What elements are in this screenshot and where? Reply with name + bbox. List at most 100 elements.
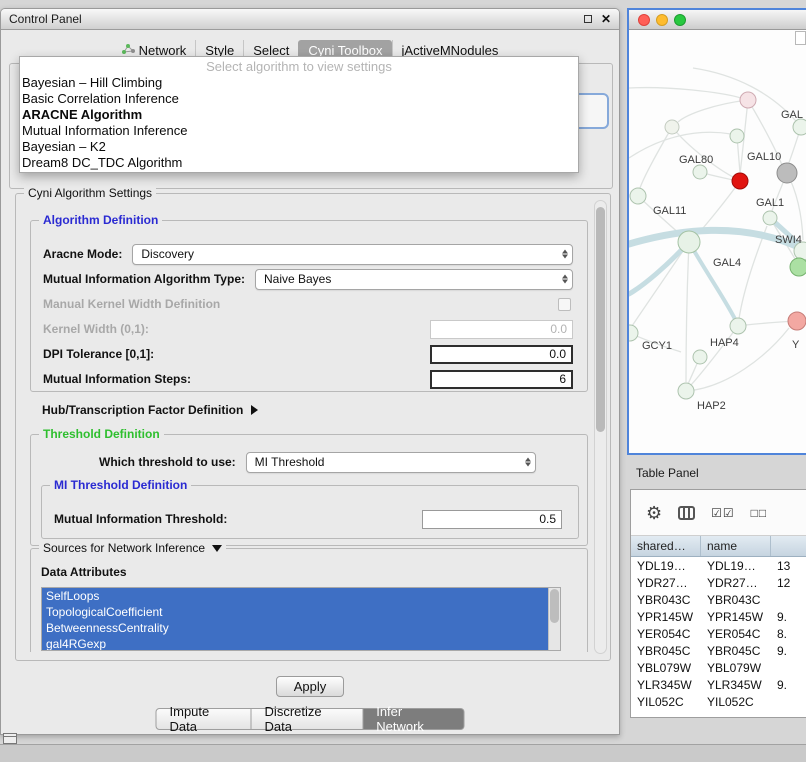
network-scrollbar-corner[interactable] — [795, 31, 806, 45]
apply-button[interactable]: Apply — [276, 676, 344, 697]
table-cell: 12 — [771, 576, 806, 590]
network-node[interactable] — [678, 383, 694, 399]
close-icon[interactable]: ✕ — [601, 13, 611, 25]
column-header[interactable]: shared… — [631, 536, 701, 556]
network-node-label: GAL4 — [713, 257, 741, 269]
mi-threshold-input[interactable]: 0.5 — [422, 510, 562, 529]
which-threshold-select[interactable]: MI Threshold — [246, 452, 536, 473]
algorithm-definition-title: Algorithm Definition — [39, 213, 162, 227]
manual-kernel-checkbox[interactable] — [558, 298, 571, 311]
close-traffic-light[interactable] — [638, 14, 650, 26]
algorithm-option[interactable]: Basic Correlation Inference — [20, 91, 578, 107]
kernel-width-input[interactable]: 0.0 — [430, 320, 573, 339]
attribute-list-item[interactable]: TopologicalCoefficient — [42, 604, 548, 620]
attribute-list-item[interactable]: BetweennessCentrality — [42, 620, 548, 636]
table-row[interactable]: YBR043CYBR043C — [631, 591, 806, 608]
unselect-all-columns-icon[interactable]: □□ — [751, 506, 768, 520]
bottom-tab-impute-data[interactable]: Impute Data — [156, 708, 252, 730]
algorithm-popup-list: Bayesian – Hill ClimbingBasic Correlatio… — [20, 75, 578, 171]
select-all-columns-icon[interactable]: ☑☑ — [711, 506, 735, 520]
network-node[interactable] — [763, 211, 777, 225]
aracne-mode-select[interactable]: Discovery — [132, 244, 573, 265]
attribute-list-item[interactable]: gal4RGexp — [42, 636, 548, 651]
network-window-titlebar[interactable] — [629, 10, 806, 30]
network-node[interactable] — [790, 258, 806, 276]
network-node[interactable] — [630, 188, 646, 204]
updown-arrows-icon — [525, 458, 531, 467]
table-cell: YBR045C — [631, 644, 701, 658]
network-node-label: Y — [792, 339, 800, 351]
network-node[interactable] — [678, 231, 700, 253]
table-row[interactable]: YIL052CYIL052C — [631, 693, 806, 710]
sources-title: Sources for Network Inference — [43, 541, 205, 555]
attributes-scrollbar[interactable] — [548, 588, 560, 650]
network-node[interactable] — [793, 119, 806, 135]
network-node[interactable] — [629, 325, 638, 341]
table-row[interactable]: YBL079WYBL079W — [631, 659, 806, 676]
network-view-window: GAL80GAL10GAL11GAL1SWI4GAL4GCY1HAP4HAP2Y… — [627, 8, 806, 455]
algorithm-option[interactable]: Bayesian – Hill Climbing — [20, 75, 578, 91]
table-cell: YDL19… — [701, 559, 771, 573]
mi-threshold-definition-group: MI Threshold Definition Mutual Informati… — [41, 485, 579, 539]
table-row[interactable]: YDR27…YDR27…12 — [631, 574, 806, 591]
hub-definition-expander[interactable]: Hub/Transcription Factor Definition — [42, 400, 258, 420]
attributes-scrollbar-thumb[interactable] — [550, 589, 559, 623]
mi-type-value: Naive Bayes — [264, 272, 331, 286]
network-node[interactable] — [730, 129, 744, 143]
network-node[interactable] — [665, 120, 679, 134]
expand-right-icon — [251, 405, 258, 415]
collapsed-panel-icon[interactable] — [3, 733, 17, 744]
cyni-algorithm-settings-group: Cyni Algorithm Settings Algorithm Defini… — [15, 193, 611, 661]
table-cell: YER054C — [701, 627, 771, 641]
algorithm-option[interactable]: Bayesian – K2 — [20, 139, 578, 155]
column-header[interactable]: name — [701, 536, 771, 556]
table-row[interactable]: YER054CYER054C8. — [631, 625, 806, 642]
network-node[interactable] — [730, 318, 746, 334]
column-header[interactable] — [771, 536, 806, 556]
table-cell: 9. — [771, 644, 806, 658]
network-canvas[interactable]: GAL80GAL10GAL11GAL1SWI4GAL4GCY1HAP4HAP2Y… — [629, 30, 806, 453]
mi-type-select[interactable]: Naive Bayes — [255, 269, 573, 290]
settings-scrollbar[interactable] — [594, 200, 607, 654]
table-row[interactable]: YBR045CYBR045C9. — [631, 642, 806, 659]
algorithm-option[interactable]: ARACNE Algorithm — [20, 107, 578, 123]
bottom-tab-infer-network[interactable]: Infer Network — [363, 708, 464, 730]
network-node[interactable] — [732, 173, 748, 189]
manual-kernel-label: Manual Kernel Width Definition — [43, 297, 220, 311]
updown-arrows-icon — [562, 275, 568, 284]
network-node[interactable] — [788, 312, 806, 330]
minimize-traffic-light[interactable] — [656, 14, 668, 26]
hub-definition-label: Hub/Transcription Factor Definition — [42, 403, 243, 417]
network-node[interactable] — [777, 163, 797, 183]
desktop: Control Panel ✕ NetworkStyleSelectCyni T… — [0, 0, 806, 762]
zoom-traffic-light[interactable] — [674, 14, 686, 26]
dpi-tolerance-input[interactable]: 0.0 — [430, 345, 573, 364]
table-cell: 13 — [771, 559, 806, 573]
show-columns-icon[interactable] — [678, 506, 695, 520]
control-panel-window: Control Panel ✕ NetworkStyleSelectCyni T… — [0, 8, 620, 735]
data-attributes-list[interactable]: SelfLoopsTopologicalCoefficientBetweenne… — [41, 587, 561, 651]
network-node[interactable] — [740, 92, 756, 108]
settings-scrollbar-thumb[interactable] — [596, 207, 605, 432]
mi-steps-input[interactable]: 6 — [430, 370, 573, 389]
table-cell: YBL079W — [631, 661, 701, 675]
float-window-icon[interactable] — [584, 15, 592, 23]
table-settings-gear-icon[interactable]: ⚙ — [646, 504, 662, 522]
algorithm-option[interactable]: Dream8 DC_TDC Algorithm — [20, 155, 578, 171]
control-panel-titlebar[interactable]: Control Panel ✕ — [1, 9, 619, 30]
network-node[interactable] — [693, 350, 707, 364]
table-row[interactable]: YLR345WYLR345W9. — [631, 676, 806, 693]
control-panel-title: Control Panel — [9, 12, 82, 26]
aracne-mode-row: Aracne Mode: Discovery — [43, 243, 573, 265]
table-row[interactable]: YDL19…YDL19…13 — [631, 557, 806, 574]
bottom-tab-discretize-data[interactable]: Discretize Data — [252, 708, 364, 730]
table-cell: YBR043C — [631, 593, 701, 607]
sources-collapse-toggle[interactable]: Sources for Network Inference — [39, 541, 226, 555]
table-row[interactable]: YPR145WYPR145W9. — [631, 608, 806, 625]
network-node-label: SWI4 — [775, 234, 802, 246]
table-cell: YIL052C — [701, 695, 771, 709]
attribute-list-item[interactable]: SelfLoops — [42, 588, 548, 604]
bottom-tabs: Impute DataDiscretize DataInfer Network — [156, 708, 465, 730]
network-node[interactable] — [693, 165, 707, 179]
algorithm-option[interactable]: Mutual Information Inference — [20, 123, 578, 139]
